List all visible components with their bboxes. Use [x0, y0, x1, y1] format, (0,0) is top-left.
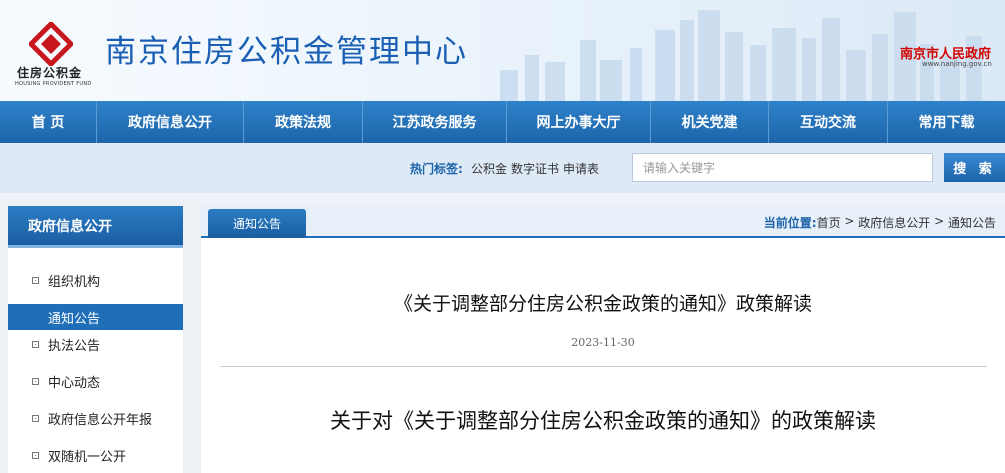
sidebar-item-label: 通知公告	[48, 311, 101, 327]
hot-tags: 公积金 数字证书 申请表	[471, 160, 599, 177]
square-bullet-icon	[32, 276, 39, 284]
breadcrumb-separator: >	[840, 214, 859, 228]
nav-party[interactable]: 机关党建	[651, 101, 769, 143]
breadcrumb: 当前位置: 首页 > 政府信息公开 > 通知公告	[764, 214, 996, 231]
tab-notices[interactable]: 通知公告	[208, 209, 306, 238]
sidebar-item-label: 执法公告	[48, 338, 101, 354]
article-title: 《关于调整部分住房公积金政策的通知》政策解读	[393, 293, 812, 315]
article-date: 2023-11-30	[571, 336, 635, 349]
sidebar-item-org[interactable]: 组织机构	[8, 267, 183, 293]
site-header: 住房公积金 HOUSING PROVIDENT FUND 南京住房公积金管理中心…	[0, 0, 1005, 101]
hot-tag[interactable]: 公积金	[471, 160, 507, 177]
hot-tag[interactable]: 申请表	[563, 160, 599, 177]
sidebar-item-label: 中心动态	[48, 375, 101, 391]
sidebar-title: 政府信息公开	[8, 206, 183, 248]
sidebar-item-enforcement[interactable]: 执法公告	[8, 331, 183, 357]
nav-interaction[interactable]: 互动交流	[769, 101, 888, 143]
hot-tag[interactable]: 数字证书	[511, 160, 559, 177]
nav-online-hall[interactable]: 网上办事大厅	[507, 101, 651, 143]
site-title: 南京住房公积金管理中心	[105, 34, 468, 70]
search-button[interactable]: 搜 索	[944, 153, 1005, 182]
sidebar-item-annual-report[interactable]: 政府信息公开年报	[8, 405, 183, 431]
nav-gov-info[interactable]: 政府信息公开	[97, 101, 244, 143]
nav-home[interactable]: 首 页	[0, 101, 97, 143]
article-subtitle: 关于对《关于调整部分住房公积金政策的通知》的政策解读	[330, 409, 876, 433]
nav-policy[interactable]: 政策法规	[244, 101, 363, 143]
breadcrumb-label: 当前位置:	[763, 216, 817, 230]
sidebar-item-random-inspection[interactable]: 双随机一公开	[8, 442, 183, 468]
search-input[interactable]	[632, 153, 933, 182]
square-bullet-icon	[32, 340, 39, 348]
main-content: 通知公告 当前位置: 首页 > 政府信息公开 > 通知公告 《关于调整部分住房公…	[201, 206, 1005, 473]
main-nav: 首 页 政府信息公开 政策法规 江苏政务服务 网上办事大厅 机关党建 互动交流 …	[0, 101, 1005, 143]
sidebar-item-news[interactable]: 中心动态	[8, 368, 183, 394]
nav-jiangsu-service[interactable]: 江苏政务服务	[363, 101, 507, 143]
logo-text: 住房公积金	[17, 66, 83, 80]
breadcrumb-notices[interactable]: 通知公告	[948, 214, 996, 231]
square-bullet-icon	[32, 377, 39, 385]
sidebar-item-label: 组织机构	[48, 274, 101, 290]
sidebar-item-label: 政府信息公开年报	[48, 412, 153, 428]
housing-fund-logo-icon	[29, 22, 73, 66]
sidebar-item-label: 双随机一公开	[48, 449, 127, 465]
gov-url: www.nanjing.gov.cn	[922, 60, 992, 68]
nav-downloads[interactable]: 常用下载	[888, 101, 1005, 143]
hot-tags-label: 热门标签:	[410, 162, 463, 176]
logo-english-text: HOUSING PROVIDENT FUND	[15, 81, 92, 87]
breadcrumb-separator: >	[930, 214, 948, 228]
sidebar-item-notices[interactable]: 通知公告	[8, 304, 183, 330]
divider	[220, 366, 987, 367]
square-bullet-icon	[32, 451, 39, 459]
breadcrumb-gov-info[interactable]: 政府信息公开	[858, 214, 930, 231]
content-header-bar: 通知公告 当前位置: 首页 > 政府信息公开 > 通知公告	[201, 206, 1005, 238]
breadcrumb-home[interactable]: 首页	[817, 214, 841, 231]
sidebar: 政府信息公开 组织机构 通知公告 执法公告 中心动态 政府信息公开年报 双随机一…	[8, 206, 183, 473]
square-bullet-icon	[32, 414, 39, 422]
